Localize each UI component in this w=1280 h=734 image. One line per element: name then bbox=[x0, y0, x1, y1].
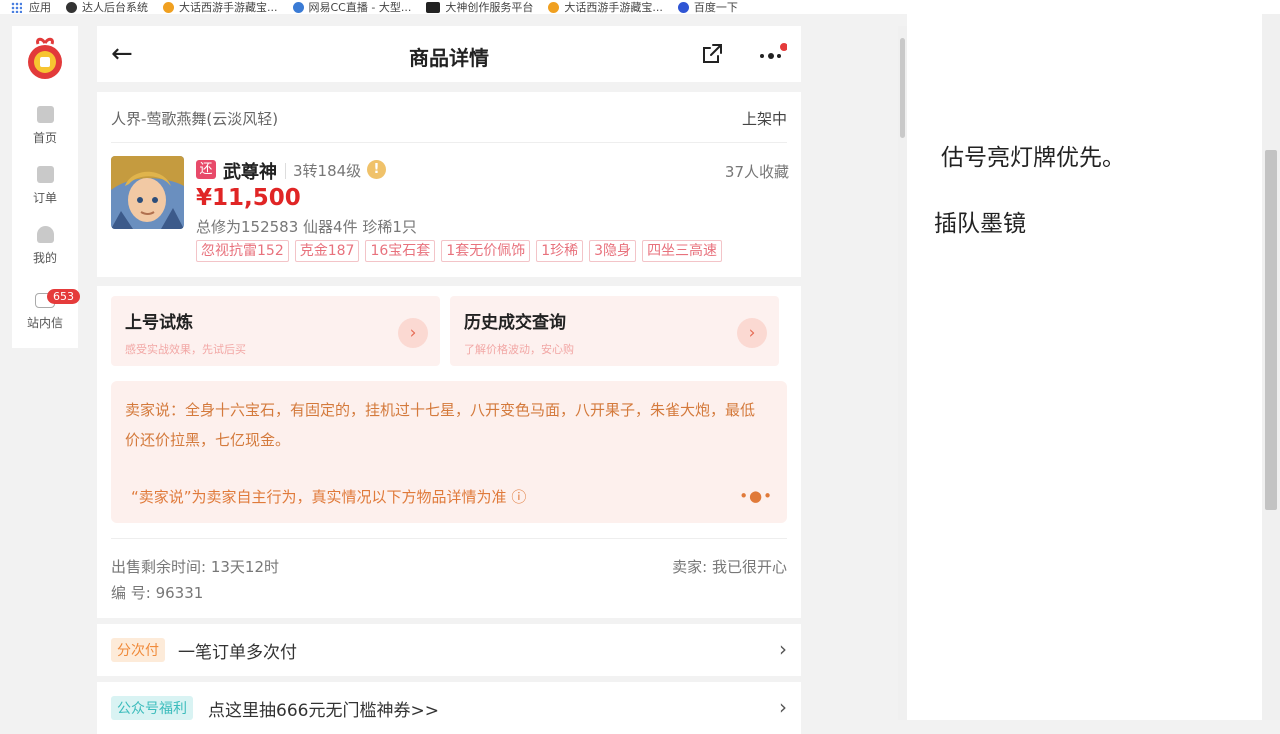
bookmark-baidu[interactable]: 百度一下 bbox=[677, 0, 738, 14]
history-subtitle: 了解价格波动，安心购 bbox=[464, 343, 574, 356]
dashen-icon bbox=[426, 1, 441, 13]
apps-grid-icon[interactable] bbox=[11, 1, 22, 13]
treasure-icon bbox=[163, 1, 174, 13]
trial-subtitle: 感受实战效果，先试后买 bbox=[125, 343, 246, 356]
seller-name[interactable]: 卖家: 我已很开心 bbox=[672, 556, 787, 577]
item-stats: 总修为152583 仙器4件 珍稀1只 bbox=[196, 218, 417, 236]
bookmark-cangbaoge-2[interactable]: 大话西游手游藏宝... bbox=[548, 0, 663, 14]
warning-icon[interactable]: ! bbox=[367, 160, 386, 179]
listing-status: 上架中 bbox=[741, 110, 787, 128]
bookmark-dashen[interactable]: 大神创作服务平台 bbox=[426, 0, 533, 14]
installment-tag: 分次付 bbox=[111, 638, 165, 662]
bookmark-label: 应用 bbox=[29, 1, 51, 14]
bookmark-label: 百度一下 bbox=[693, 1, 738, 14]
bookmark-apps[interactable]: 应用 bbox=[29, 0, 51, 14]
nav-label: 我的 bbox=[32, 251, 57, 265]
chevron-right-icon: › bbox=[779, 637, 787, 661]
history-query-button[interactable]: 历史成交查询 了解价格波动，安心购 › bbox=[450, 296, 779, 366]
installment-text: 一笔订单多次付 bbox=[178, 643, 297, 663]
nav-label: 站内信 bbox=[26, 316, 63, 330]
globe-icon bbox=[66, 1, 77, 13]
remaining-time: 出售剩余时间: 13天12时 bbox=[111, 558, 279, 576]
note-line: 插队墨镜 bbox=[934, 211, 1026, 237]
trial-play-button[interactable]: 上号试炼 感受实战效果，先试后买 › bbox=[111, 296, 440, 366]
chevron-right-icon: › bbox=[737, 318, 767, 348]
bookmark-label: 大神创作服务平台 bbox=[445, 1, 534, 14]
feature-tag: 3隐身 bbox=[589, 240, 637, 262]
character-name: 武尊神 bbox=[223, 162, 277, 183]
share-icon[interactable] bbox=[700, 42, 724, 66]
feature-tag: 16宝石套 bbox=[365, 240, 436, 262]
notes-pane: 估号亮灯牌优先。 插队墨镜 bbox=[907, 14, 1262, 720]
bookmarks-bar: 应用 达人后台系统 大话西游手游藏宝... 网易CC直播 - 大型... 大神创… bbox=[0, 0, 1280, 14]
page-scrollbar[interactable] bbox=[1262, 14, 1280, 720]
nav-home[interactable]: 首页 bbox=[12, 106, 78, 146]
bookmark-daren[interactable]: 达人后台系统 bbox=[66, 0, 148, 14]
scrollbar-thumb[interactable] bbox=[900, 38, 905, 138]
feature-tag: 1套无价佩饰 bbox=[441, 240, 531, 262]
baidu-paw-icon bbox=[677, 1, 689, 13]
bookmark-label: 大话西游手游藏宝... bbox=[564, 1, 663, 14]
feature-tag: 克金187 bbox=[294, 240, 360, 262]
nav-orders[interactable]: 订单 bbox=[12, 166, 78, 206]
panel-scrollbar[interactable] bbox=[898, 26, 907, 720]
order-icon bbox=[36, 166, 54, 183]
nav-label: 首页 bbox=[32, 131, 57, 145]
item-info-card: 人界-莺歌燕舞(云淡风轻) 上架中 还 武尊神 3转184级 ! 37人收藏 ¥… bbox=[97, 92, 801, 277]
character-level: 3转184级 bbox=[293, 162, 362, 180]
seller-says-text: 卖家说：全身十六宝石，有固定的，挂机过十七星，八开变色马面，八开果子，朱雀大炮，… bbox=[125, 401, 756, 449]
feature-tag: 四坐三高速 bbox=[642, 240, 723, 262]
server-name: 人界-莺歌燕舞(云淡风轻) bbox=[111, 110, 279, 128]
history-title: 历史成交查询 bbox=[464, 313, 566, 333]
cc-live-icon bbox=[292, 1, 304, 13]
bookmark-cangbaoge-1[interactable]: 大话西游手游藏宝... bbox=[163, 0, 278, 14]
bookmark-label: 网易CC直播 - 大型... bbox=[308, 1, 412, 14]
details-card: 上号试炼 感受实战效果，先试后买 › 历史成交查询 了解价格波动，安心购 › 卖… bbox=[97, 286, 801, 618]
installment-row[interactable]: 分次付 一笔订单多次付 › bbox=[97, 624, 801, 676]
divider bbox=[111, 142, 787, 143]
bookmark-cc-live[interactable]: 网易CC直播 - 大型... bbox=[292, 0, 412, 14]
message-count-badge: 653 bbox=[47, 289, 80, 304]
treasure-icon bbox=[548, 1, 560, 13]
price: ¥11,500 bbox=[196, 185, 301, 211]
wechat-welfare-text: 点这里抽666元无门槛神券>> bbox=[208, 701, 439, 721]
left-nav: 首页 订单 我的 站内信 653 bbox=[12, 26, 80, 348]
seller-says-disclaimer: “卖家说”为卖家自主行为，真实情况以下方物品详情为准 ⓘ bbox=[131, 488, 527, 506]
user-icon bbox=[36, 226, 54, 243]
feature-tag: 忽视抗雷152 bbox=[196, 240, 289, 262]
trial-title: 上号试炼 bbox=[125, 313, 193, 333]
nav-mine[interactable]: 我的 bbox=[12, 226, 78, 266]
top-bar: ← 商品详情 bbox=[97, 26, 801, 82]
scrollbar-thumb[interactable] bbox=[1265, 150, 1277, 510]
more-icon[interactable] bbox=[757, 43, 787, 65]
wechat-welfare-tag: 公众号福利 bbox=[111, 696, 193, 720]
nav-label: 订单 bbox=[32, 191, 57, 205]
item-id: 编 号: 96331 bbox=[111, 584, 204, 602]
note-line: 估号亮灯牌优先。 bbox=[941, 145, 1125, 171]
feature-tag: 1珍稀 bbox=[536, 240, 584, 262]
page-title: 商品详情 bbox=[409, 46, 489, 70]
return-tag: 还 bbox=[196, 160, 216, 179]
app-logo[interactable] bbox=[24, 37, 66, 81]
favorites-count: 37人收藏 bbox=[724, 163, 789, 181]
bookmark-label: 大话西游手游藏宝... bbox=[179, 1, 278, 14]
chevron-right-icon: › bbox=[779, 695, 787, 719]
character-avatar[interactable] bbox=[111, 156, 184, 229]
feature-tags: 忽视抗雷152 克金187 16宝石套 1套无价佩饰 1珍稀 3隐身 四坐三高速 bbox=[196, 240, 728, 262]
chevron-right-icon: › bbox=[398, 318, 428, 348]
home-icon bbox=[36, 106, 54, 123]
wechat-welfare-row[interactable]: 公众号福利 点这里抽666元无门槛神券>> › bbox=[97, 682, 801, 734]
more-dots-icon[interactable]: •●• bbox=[739, 487, 773, 505]
bookmark-label: 达人后台系统 bbox=[82, 1, 148, 14]
seller-says-box: 卖家说：全身十六宝石，有固定的，挂机过十七星，八开变色马面，八开果子，朱雀大炮，… bbox=[111, 381, 787, 523]
divider bbox=[111, 538, 787, 539]
divider bbox=[285, 163, 286, 179]
